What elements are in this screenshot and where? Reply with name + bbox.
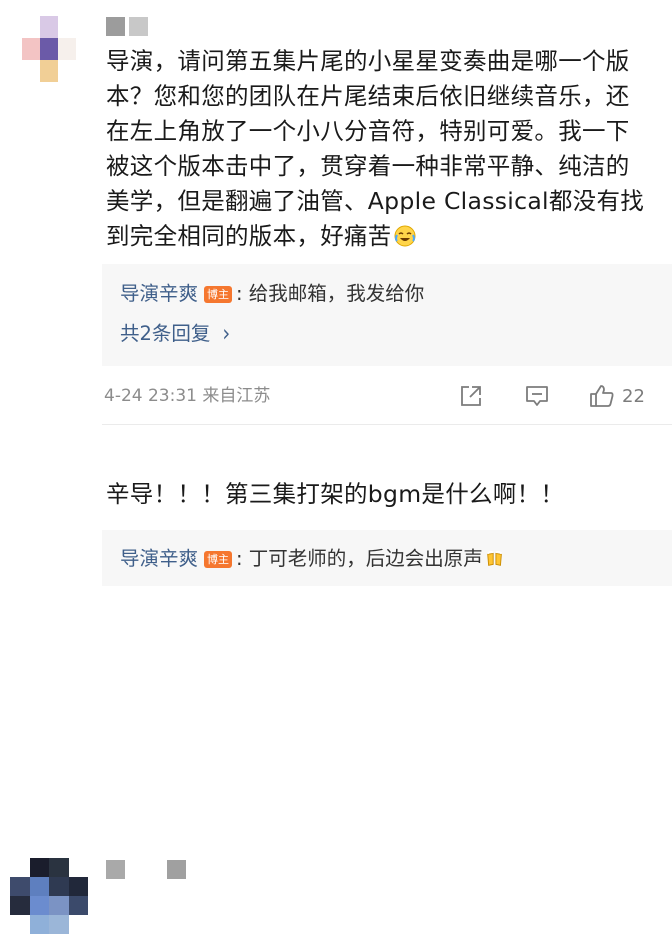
reply-text: : 给我邮箱，我发给你 (236, 282, 425, 305)
like-count: 22 (622, 385, 645, 407)
crying-laughing-emoji-icon (394, 225, 416, 247)
like-button[interactable]: 22 (588, 382, 645, 410)
time-location: 4-24 23:31 来自江苏 (104, 386, 271, 406)
comment-icon (526, 386, 548, 406)
comment-text: 辛导！！！第三集打架的bgm是什么啊！！ (106, 480, 565, 508)
reply-box: 导演辛爽 博主: 丁可老师的，后边会出原声 (102, 530, 672, 586)
cheers-icon (486, 550, 502, 566)
avatar[interactable] (10, 858, 88, 934)
view-replies-link[interactable]: 共2条回复 › (120, 320, 230, 348)
reply-line: 导演辛爽 博主: 给我邮箱，我发给你 (120, 280, 424, 308)
reply-text: : 丁可老师的，后边会出原声 (236, 547, 483, 570)
comment-button[interactable] (524, 382, 550, 410)
share-icon (461, 386, 481, 406)
username-censored[interactable] (106, 860, 186, 879)
reply-author[interactable]: 导演辛爽 (120, 547, 198, 570)
avatar[interactable] (22, 16, 76, 82)
reply-author[interactable]: 导演辛爽 (120, 282, 198, 305)
thumbs-up-icon (590, 385, 614, 407)
comment-text: 导演，请问第五集片尾的小星星变奏曲是哪一个版本？您和您的团队在片尾结束后依旧继续… (106, 47, 645, 250)
reply-box: 导演辛爽 博主: 给我邮箱，我发给你 共2条回复 › (102, 264, 672, 366)
reply-line: 导演辛爽 博主: 丁可老师的，后边会出原声 (120, 545, 505, 573)
comment-item: 导演，请问第五集片尾的小星星变奏曲是哪一个版本？您和您的团队在片尾结束后依旧继续… (0, 0, 672, 420)
author-badge: 博主 (204, 551, 233, 568)
author-badge: 博主 (204, 286, 233, 303)
share-button[interactable] (458, 382, 484, 410)
username-censored[interactable] (106, 17, 148, 36)
chevron-right-icon: › (222, 319, 231, 348)
